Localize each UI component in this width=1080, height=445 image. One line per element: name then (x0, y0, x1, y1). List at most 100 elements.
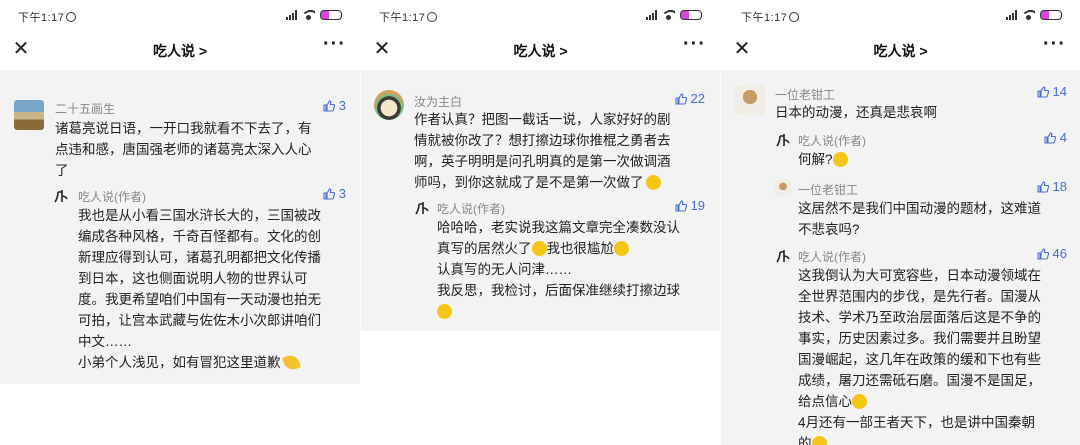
avatar[interactable] (735, 85, 765, 115)
navigation-bar: ✕ 吃人说 > ··· (0, 30, 360, 70)
text-line: 新理应得到认可，诸葛孔明都把文化传播 (78, 250, 321, 265)
like-button[interactable]: 4 (1044, 130, 1067, 145)
like-button[interactable]: 14 (1036, 84, 1067, 99)
comment-text: 诸葛亮说日语，一开口我就看不下去了，有 点违和感，唐国强老师的诸葛亮太深入人心 … (55, 118, 350, 181)
text-line: 认真写的无人问津…… (437, 262, 572, 277)
reply-text: 何解? (798, 149, 1068, 170)
text-line (437, 301, 712, 322)
text-line: 啊，英子明明是问孔明真的是第一次做调酒 (414, 154, 671, 169)
page-title[interactable]: 吃人说 > (721, 41, 1080, 61)
author-avatar-icon (776, 250, 790, 263)
text-line: 作者认真？把图一截话一说，人家好好的剧 (414, 112, 671, 127)
more-icon[interactable]: ··· (1043, 34, 1066, 54)
comment-item: 二十五画生 3 诸葛亮说日语，一开口我就看不下去了，有 点违和感，唐国强老师的诸… (0, 70, 360, 384)
commenter-name[interactable]: 一位老钳工 (775, 86, 835, 103)
like-count: 19 (690, 198, 705, 213)
commenter-name[interactable]: 二十五画生 (55, 100, 115, 117)
thumb-up-icon (1036, 180, 1049, 193)
reply-text: 哈哈哈，老实说我这篇文章完全凑数没认 真写的居然火了 我也很尴尬 认真写的无人问津… (437, 217, 712, 322)
thumb-up-icon (674, 92, 687, 105)
commenter-name[interactable]: 汝为主白 (414, 93, 462, 110)
status-bar: 下午1:17 (361, 0, 720, 30)
comment-list: 二十五画生 3 诸葛亮说日语，一开口我就看不下去了，有 点违和感，唐国强老师的诸… (0, 70, 360, 384)
text-line: 这居然不是我们中国动漫的题材，这难道 (798, 201, 1041, 216)
text-line: 何解? (798, 149, 1068, 170)
text-line: 成绩，屠刀还需砥石磨。国漫不是国足， (798, 373, 1041, 388)
text-line: 事实，历史因素过多。我们需要并且盼望 (798, 331, 1041, 346)
sweat-emoji-icon (832, 152, 848, 167)
signal-icon (1006, 10, 1017, 20)
thumb-up-icon (674, 199, 687, 212)
text-line: 我反思，我检讨，后面保准继续打擦边球 (437, 283, 680, 298)
status-time: 下午1:17 (741, 9, 800, 25)
thumb-up-icon (1036, 85, 1049, 98)
thumb-up-icon (323, 99, 335, 112)
more-icon[interactable]: ··· (323, 34, 346, 54)
screenshot-panel-2: 下午1:17 ✕ 吃人说 > ··· 汝为主白 22 作者认真？把图一截话一说，… (361, 0, 720, 445)
screenshot-panel-1: 下午1:17 ✕ 吃人说 > ··· 二十五画生 3 诸葛亮说日语，一开口我就看… (0, 0, 360, 445)
reply-author-name[interactable]: 吃人说(作者) (78, 188, 146, 205)
page-title[interactable]: 吃人说 > (361, 41, 720, 61)
text-line: 到日本，这也侧面说明人物的世界认可 (78, 271, 308, 286)
like-count: 3 (338, 186, 346, 201)
comment-list: 汝为主白 22 作者认真？把图一截话一说，人家好好的剧 情就被你改了？想打擦边球… (361, 70, 720, 331)
smile-emoji-icon (645, 175, 661, 190)
alarm-icon (427, 12, 438, 22)
banana-emoji-icon (282, 352, 302, 373)
signal-icon (286, 10, 297, 20)
like-button[interactable]: 3 (323, 186, 346, 201)
text-line: 编成各种风格，千奇百怪都有。文化的创 (78, 229, 321, 244)
sweat-emoji-icon (531, 241, 547, 256)
avatar[interactable] (775, 180, 791, 196)
like-button[interactable]: 3 (323, 98, 346, 113)
status-time: 下午1:17 (18, 9, 77, 25)
sweat-emoji-icon (811, 436, 827, 445)
like-button[interactable]: 46 (1036, 246, 1067, 261)
like-count: 3 (338, 98, 346, 113)
text-line: 诸葛亮说日语，一开口我就看不下去了，有 (55, 121, 312, 136)
navigation-bar: ✕ 吃人说 > ··· (721, 30, 1080, 70)
wifi-icon (662, 10, 675, 20)
sweat-emoji-icon (614, 241, 629, 256)
thumb-up-icon (323, 187, 335, 200)
alarm-icon (789, 12, 800, 22)
like-button[interactable]: 19 (674, 198, 705, 213)
avatar[interactable] (14, 100, 44, 130)
author-avatar-icon (415, 202, 429, 215)
signal-icon (646, 10, 657, 20)
comment-list: 一位老钳工 14 日本的动漫，还真是悲哀啊 吃人说(作者) 4 何解? 一位老钳… (721, 70, 1080, 445)
avatar[interactable] (374, 90, 404, 120)
grin-emoji-icon (852, 394, 867, 409)
like-button[interactable]: 18 (1036, 179, 1067, 194)
text-line: 中文…… (78, 334, 132, 349)
wifi-icon (1022, 10, 1035, 20)
text-line: 哈哈哈，老实说我这篇文章完全凑数没认 (437, 220, 680, 235)
more-icon[interactable]: ··· (683, 34, 706, 54)
reply-author-name[interactable]: 一位老钳工 (798, 181, 858, 198)
like-count: 18 (1052, 179, 1067, 194)
reply-author-name[interactable]: 吃人说(作者) (798, 248, 866, 265)
text-line: 这我倒认为大可宽容些，日本动漫领域在 (798, 268, 1041, 283)
status-bar: 下午1:17 (0, 0, 360, 30)
grin-emoji-icon (437, 304, 452, 319)
text-line: 小弟个人浅见，如有冒犯这里道歉 (78, 352, 353, 373)
alarm-icon (66, 12, 77, 22)
text-line: 日本的动漫，还真是悲哀啊 (775, 105, 937, 120)
like-button[interactable]: 22 (674, 91, 705, 106)
reply-text: 这我倒认为大可宽容些，日本动漫领域在 全世界范围内的步伐，是先行者。国漫从 技术… (798, 265, 1073, 445)
status-bar: 下午1:17 (721, 0, 1080, 30)
text-line: 可拍，让宫本武藏与佐佐木小次郎讲咱们 (78, 313, 321, 328)
page-title[interactable]: 吃人说 > (0, 41, 360, 61)
like-count: 22 (690, 91, 705, 106)
reply-author-name[interactable]: 吃人说(作者) (437, 200, 505, 217)
comment-text: 作者认真？把图一截话一说，人家好好的剧 情就被你改了？想打擦边球你推棍之勇者去 … (414, 109, 714, 193)
wifi-icon (302, 10, 315, 20)
text-line: 度。我更希望咱们中国有一天动漫也拍无 (78, 292, 321, 307)
reply-text: 这居然不是我们中国动漫的题材，这难道 不悲哀吗? (798, 198, 1073, 240)
reply-author-name[interactable]: 吃人说(作者) (798, 132, 866, 149)
text-line: 师吗，到你这就成了是不是第一次做了 (414, 172, 714, 193)
author-avatar-icon (776, 134, 790, 147)
battery-icon (1040, 10, 1062, 20)
battery-icon (320, 10, 342, 20)
like-count: 4 (1059, 130, 1067, 145)
